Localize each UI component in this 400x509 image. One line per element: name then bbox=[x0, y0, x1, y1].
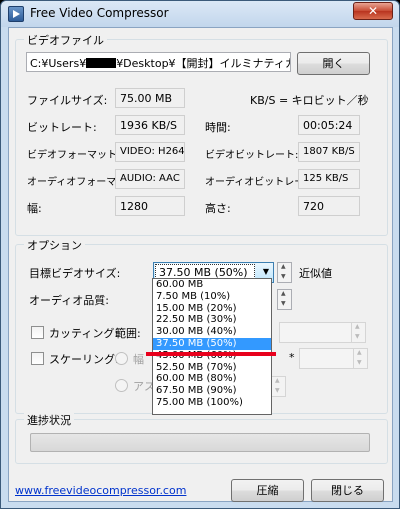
dropdown-option[interactable]: 60.00 MB (80%) bbox=[153, 373, 271, 385]
app-icon bbox=[8, 6, 24, 22]
chevron-down-icon: ▼ bbox=[262, 267, 269, 276]
dropdown-option[interactable]: 52.50 MB (70%) bbox=[153, 362, 271, 374]
cutting-label: カッティング: bbox=[49, 327, 119, 340]
dropdown-option[interactable]: 60.00 MB bbox=[153, 279, 271, 291]
target-size-dropdown-list[interactable]: 60.00 MB 7.50 MB (10%) 15.00 MB (20%) 22.50… bbox=[152, 278, 272, 415]
progress-group-title: 進捗状況 bbox=[24, 412, 74, 428]
scale-height-spinner bbox=[353, 348, 368, 369]
close-window-button[interactable]: ✕ bbox=[353, 2, 393, 20]
multiply-sign: * bbox=[289, 351, 295, 364]
dropdown-option[interactable]: 37.50 MB (50%) bbox=[153, 337, 271, 350]
video-bitrate-label: ビデオビットレート: bbox=[205, 150, 299, 161]
file-size-label: ファイルサイズ: bbox=[27, 94, 108, 107]
height-value: 720 bbox=[298, 196, 360, 216]
scaling-label: スケーリング: bbox=[49, 353, 119, 366]
options-group-title: オプション bbox=[24, 237, 85, 253]
scale-aspect-radio bbox=[115, 379, 128, 392]
title-bar[interactable]: Free Video Compressor ✕ bbox=[1, 1, 399, 27]
audio-quality-label: オーディオ品質: bbox=[29, 294, 109, 307]
scale-height-field bbox=[299, 348, 354, 369]
client-area: ビデオファイル C:¥Users¥¥Desktop¥【開封】イルミナティカード … bbox=[8, 27, 393, 502]
scale-aspect-spinner bbox=[271, 376, 286, 397]
audio-quality-spinner[interactable] bbox=[277, 289, 292, 310]
cut-end-spinner bbox=[351, 322, 366, 343]
scaling-checkbox[interactable] bbox=[31, 352, 44, 365]
audio-bitrate-value: 125 KB/S bbox=[298, 169, 360, 189]
file-size-value: 75.00 MB bbox=[115, 88, 185, 108]
window-title: Free Video Compressor bbox=[30, 6, 169, 20]
dropdown-option[interactable]: 67.50 MB (90%) bbox=[153, 385, 271, 397]
dropdown-option[interactable]: 30.00 MB (40%) bbox=[153, 326, 271, 338]
width-value: 1280 bbox=[115, 196, 185, 216]
video-format-value: VIDEO: H264 bbox=[115, 142, 185, 162]
dropdown-option[interactable]: 7.50 MB (10%) bbox=[153, 291, 271, 303]
video-format-label: ビデオフォーマット: bbox=[27, 150, 121, 161]
width-label: 幅: bbox=[27, 202, 42, 215]
approx-label: 近似値 bbox=[299, 267, 332, 280]
kbs-note: KB/S = キロビット／秒 bbox=[250, 94, 369, 107]
bitrate-label: ビットレート: bbox=[27, 121, 97, 134]
target-size-label: 目標ビデオサイズ: bbox=[29, 267, 121, 280]
video-bitrate-value: 1807 KB/S bbox=[298, 142, 360, 162]
compress-button[interactable]: 圧縮 bbox=[231, 479, 304, 502]
dropdown-option[interactable]: 15.00 MB (20%) bbox=[153, 303, 271, 315]
dropdown-option[interactable]: 22.50 MB (30%) bbox=[153, 314, 271, 326]
redacted-username bbox=[86, 58, 117, 68]
audio-format-value: AUDIO: AAC bbox=[115, 169, 185, 189]
progress-bar bbox=[30, 433, 370, 452]
path-suffix: ¥Desktop¥【開封】イルミナティカード bbox=[116, 57, 290, 70]
annotation-underline bbox=[146, 352, 276, 356]
duration-label: 時間: bbox=[205, 121, 231, 134]
cut-end-field bbox=[279, 322, 352, 343]
scale-width-radio bbox=[115, 352, 128, 365]
duration-value: 00:05:24 bbox=[298, 115, 360, 135]
scale-width-label: 幅 bbox=[133, 353, 144, 366]
dropdown-option[interactable]: 75.00 MB (100%) bbox=[153, 397, 271, 409]
range-label: 範囲: bbox=[115, 327, 141, 340]
open-file-button[interactable]: 開く bbox=[297, 52, 370, 75]
height-label: 高さ: bbox=[205, 202, 231, 215]
path-prefix: C:¥Users¥ bbox=[30, 57, 87, 70]
cutting-checkbox[interactable] bbox=[31, 326, 44, 339]
website-link[interactable]: www.freevideocompressor.com bbox=[15, 484, 186, 497]
target-size-spinner[interactable] bbox=[277, 262, 292, 283]
video-path-field[interactable]: C:¥Users¥ ¥Desktop¥【開封】イルミナティカード bbox=[26, 52, 291, 72]
bitrate-value: 1936 KB/S bbox=[115, 115, 185, 135]
video-file-group-title: ビデオファイル bbox=[24, 32, 107, 48]
close-button[interactable]: 閉じる bbox=[311, 479, 384, 502]
